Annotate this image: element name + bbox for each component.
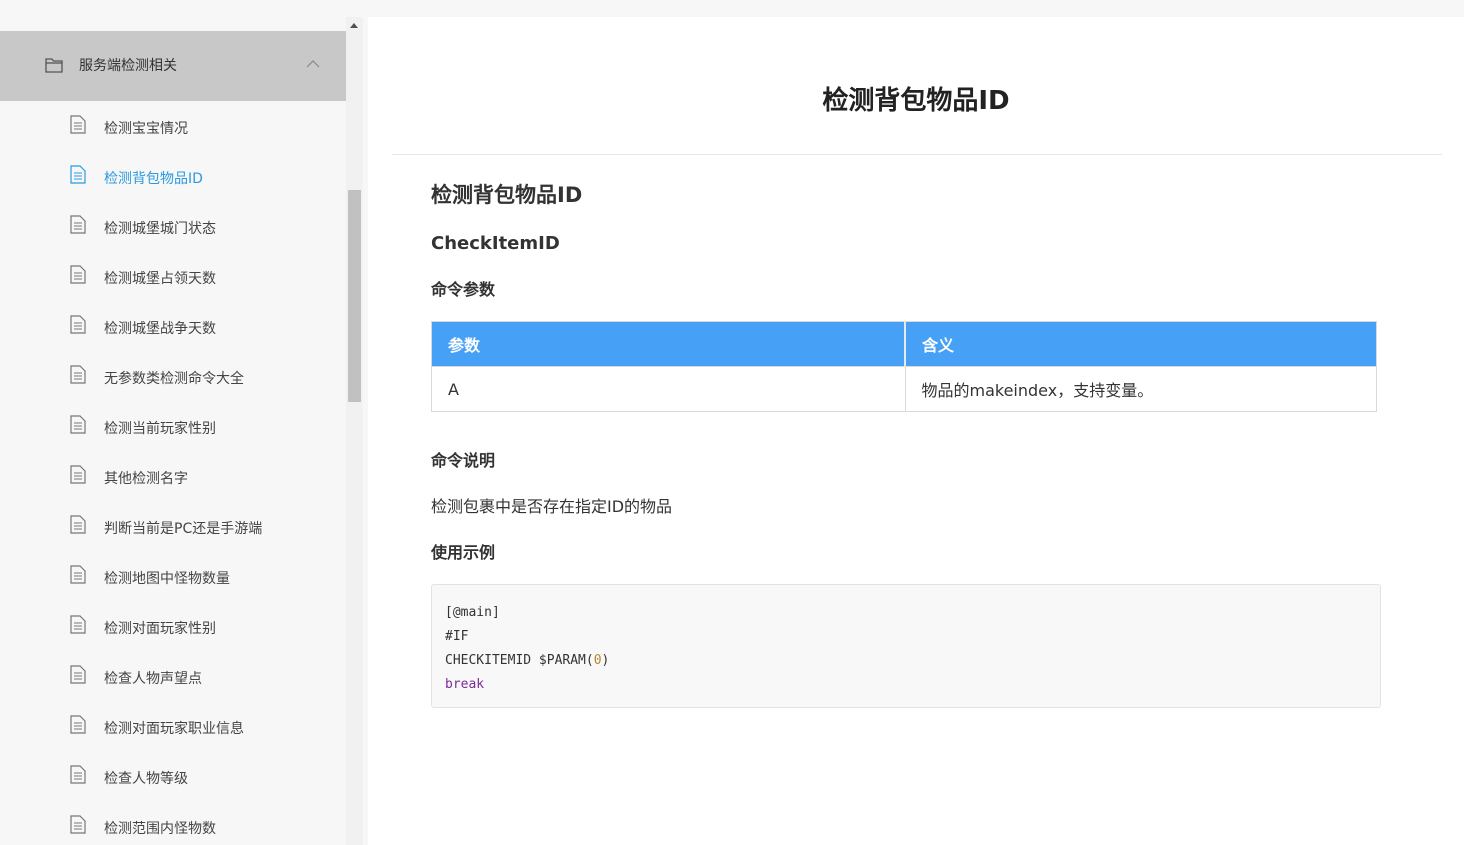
sidebar-item-label: 检测城堡战争天数 bbox=[104, 321, 216, 337]
document-icon bbox=[70, 315, 86, 334]
sidebar-item-label: 其他检测名字 bbox=[104, 471, 188, 487]
sidebar: 服务端检测相关 检测宝宝情况 检测背包物品ID 检测城堡城门状态 检测城堡占领天… bbox=[0, 0, 346, 845]
sidebar-item-label: 检测对面玩家性别 bbox=[104, 621, 216, 637]
document-icon bbox=[70, 265, 86, 284]
code-keyword: break bbox=[445, 677, 485, 692]
sidebar-item-label: 检测城堡城门状态 bbox=[104, 221, 216, 237]
code-token: ) bbox=[601, 653, 610, 668]
scrollbar-thumb[interactable] bbox=[348, 190, 361, 402]
table-header-cell: 含义 bbox=[904, 321, 1377, 367]
document-icon bbox=[70, 465, 86, 484]
description-text: 检测包裹中是否存在指定ID的物品 bbox=[431, 497, 673, 516]
sidebar-item-label: 检测背包物品ID bbox=[104, 171, 203, 187]
page-title: 检测背包物品ID bbox=[822, 86, 1010, 116]
document-icon bbox=[70, 715, 86, 734]
document-icon bbox=[70, 365, 86, 384]
sidebar-item[interactable]: 检测范围内怪物数 bbox=[0, 803, 346, 845]
code-line: #IF bbox=[445, 629, 469, 644]
code-token: CHECKITEMID $PARAM( bbox=[445, 653, 594, 668]
table-header-cell: 参数 bbox=[431, 321, 906, 367]
sidebar-scrollbar[interactable] bbox=[346, 17, 363, 845]
sidebar-item-label: 检查人物等级 bbox=[104, 771, 188, 787]
table-header-row: 参数 含义 bbox=[431, 321, 1377, 367]
sidebar-item[interactable]: 其他检测名字 bbox=[0, 453, 346, 503]
table-cell: A bbox=[431, 366, 906, 412]
sidebar-item-label: 检测对面玩家职业信息 bbox=[104, 721, 244, 737]
code-line: CHECKITEMID $PARAM(0) bbox=[445, 653, 609, 668]
sidebar-item-label: 检测城堡占领天数 bbox=[104, 271, 216, 287]
document-icon bbox=[70, 765, 86, 784]
document-icon bbox=[70, 115, 86, 134]
sidebar-item-label: 检测地图中怪物数量 bbox=[104, 571, 230, 587]
folder-icon bbox=[45, 58, 63, 73]
table-row: A 物品的makeindex，支持变量。 bbox=[431, 366, 1377, 412]
doc-heading: 检测背包物品ID bbox=[431, 183, 583, 207]
code-line: [@main] bbox=[445, 605, 500, 620]
document-icon bbox=[70, 615, 86, 634]
document-icon bbox=[70, 215, 86, 234]
sidebar-item[interactable]: 检测城堡战争天数 bbox=[0, 303, 346, 353]
code-block: [@main] #IF CHECKITEMID $PARAM(0) break bbox=[431, 584, 1381, 708]
chevron-up-icon[interactable] bbox=[306, 59, 320, 69]
sidebar-item[interactable]: 检测当前玩家性别 bbox=[0, 403, 346, 453]
example-heading: 使用示例 bbox=[431, 543, 496, 562]
sidebar-item-label: 判断当前是PC还是手游端 bbox=[104, 521, 263, 537]
sidebar-item[interactable]: 无参数类检测命令大全 bbox=[0, 353, 346, 403]
sidebar-item[interactable]: 检测宝宝情况 bbox=[0, 103, 346, 153]
document-icon bbox=[70, 565, 86, 584]
sidebar-group-title: 服务端检测相关 bbox=[79, 58, 177, 74]
sidebar-item[interactable]: 检测对面玩家职业信息 bbox=[0, 703, 346, 753]
document-icon bbox=[70, 815, 86, 834]
sidebar-group-header[interactable]: 服务端检测相关 bbox=[0, 31, 346, 101]
sidebar-item[interactable]: 检测城堡占领天数 bbox=[0, 253, 346, 303]
document-icon bbox=[70, 415, 86, 434]
sidebar-item-label: 检测范围内怪物数 bbox=[104, 821, 216, 837]
sidebar-item[interactable]: 检查人物声望点 bbox=[0, 653, 346, 703]
document-icon bbox=[70, 165, 86, 184]
sidebar-nav-list: 检测宝宝情况 检测背包物品ID 检测城堡城门状态 检测城堡占领天数 检测城堡战争… bbox=[0, 103, 346, 845]
sidebar-item-label: 检测宝宝情况 bbox=[104, 121, 188, 137]
table-cell: 物品的makeindex，支持变量。 bbox=[904, 366, 1377, 412]
sidebar-item-active[interactable]: 检测背包物品ID bbox=[0, 153, 346, 203]
main-content: 检测背包物品ID 检测背包物品ID CheckItemID 命令参数 参数 含义… bbox=[368, 17, 1464, 845]
scroll-up-arrow-icon[interactable] bbox=[350, 23, 358, 28]
title-divider bbox=[392, 154, 1442, 155]
params-table: 参数 含义 A 物品的makeindex，支持变量。 bbox=[431, 321, 1377, 412]
code-text: [@main] #IF CHECKITEMID $PARAM(0) break bbox=[445, 601, 609, 697]
code-number: 0 bbox=[593, 653, 602, 668]
sidebar-item[interactable]: 检查人物等级 bbox=[0, 753, 346, 803]
params-heading: 命令参数 bbox=[431, 280, 496, 299]
sidebar-item-label: 检查人物声望点 bbox=[104, 671, 202, 687]
document-icon bbox=[70, 665, 86, 684]
sidebar-item[interactable]: 判断当前是PC还是手游端 bbox=[0, 503, 346, 553]
sidebar-item-label: 检测当前玩家性别 bbox=[104, 421, 216, 437]
desc-heading: 命令说明 bbox=[431, 451, 496, 470]
command-name: CheckItemID bbox=[431, 233, 560, 254]
document-icon bbox=[70, 515, 86, 534]
sidebar-item-label: 无参数类检测命令大全 bbox=[104, 371, 244, 387]
sidebar-item[interactable]: 检测城堡城门状态 bbox=[0, 203, 346, 253]
sidebar-item[interactable]: 检测地图中怪物数量 bbox=[0, 553, 346, 603]
sidebar-item[interactable]: 检测对面玩家性别 bbox=[0, 603, 346, 653]
